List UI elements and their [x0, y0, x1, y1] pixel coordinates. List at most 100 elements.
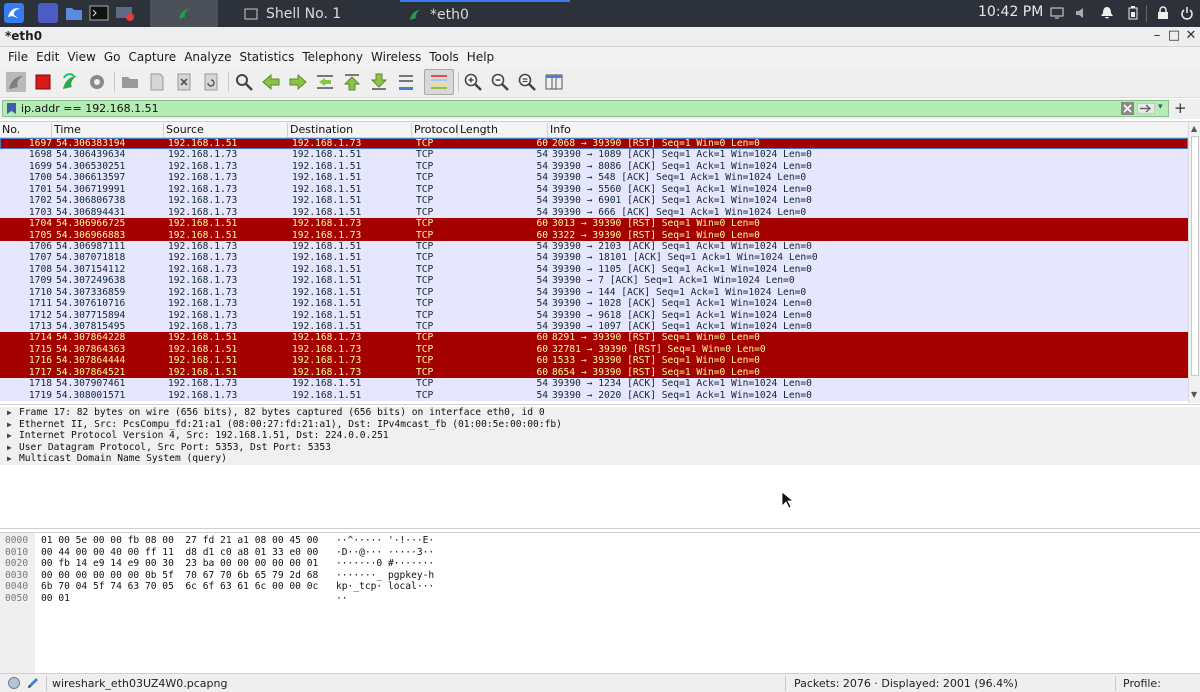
menu-analyze[interactable]: Analyze	[180, 50, 235, 64]
menu-wireless[interactable]: Wireless	[367, 50, 425, 64]
taskbar-wireshark-active[interactable]	[150, 0, 218, 27]
volume-icon[interactable]	[1075, 6, 1089, 20]
packet-row[interactable]: 1713 54.307815495 192.168.1.73 192.168.1.51…	[0, 321, 1188, 333]
go-back-button[interactable]	[259, 70, 283, 94]
stop-capture-button[interactable]	[31, 70, 55, 94]
detail-tree-item[interactable]: ▶ Ethernet II, Src: PcsCompu_fd:21:a1 (08…	[0, 418, 1200, 431]
taskbar-task-shell[interactable]: Shell No. 1	[232, 0, 398, 27]
menu-edit[interactable]: Edit	[32, 50, 63, 64]
zoom-out-button[interactable]	[488, 70, 512, 94]
packet-row[interactable]: 1707 54.307071818 192.168.1.73 192.168.1.51…	[0, 252, 1188, 264]
column-header-source[interactable]: Source	[164, 123, 288, 137]
start-capture-button[interactable]	[4, 70, 28, 94]
expand-arrow-icon[interactable]: ▶	[7, 453, 12, 465]
column-header-destination[interactable]: Destination	[288, 123, 412, 137]
capture-comment-icon[interactable]	[26, 676, 40, 690]
detail-tree-item[interactable]: ▶ Internet Protocol Version 4, Src: 192.1…	[0, 430, 1200, 442]
ascii-bytes[interactable]: ·······_ pgpkey-h	[336, 570, 434, 582]
ascii-bytes[interactable]: ·D··@··· ·····3··	[336, 547, 434, 559]
packet-row[interactable]: 1711 54.307610716 192.168.1.73 192.168.1.51…	[0, 298, 1188, 310]
packet-row[interactable]: 1703 54.306894431 192.168.1.73 192.168.1.51…	[0, 206, 1188, 219]
colorize-button[interactable]	[424, 69, 454, 95]
packet-row[interactable]: 1705 54.306966883 192.168.1.51 192.168.1.73…	[0, 229, 1188, 241]
packet-row[interactable]: 1717 54.307864521 192.168.1.51 192.168.1.73…	[0, 366, 1188, 379]
find-packet-button[interactable]	[232, 70, 256, 94]
packet-row[interactable]: 1698 54.306439634 192.168.1.73 192.168.1.51…	[0, 149, 1188, 161]
display-filter-input[interactable]	[21, 101, 1111, 116]
packet-bytes-pane[interactable]: 0000 01 00 5e 00 00 fb 08 00 27 fd 21 a1 …	[0, 532, 1200, 673]
expand-arrow-icon[interactable]: ▶	[7, 407, 12, 419]
menu-capture[interactable]: Capture	[124, 50, 180, 64]
hex-bytes[interactable]: 00 fb 14 e9 14 e9 00 30 23 ba 00 00 00 0…	[41, 558, 318, 570]
menu-statistics[interactable]: Statistics	[235, 50, 298, 64]
last-packet-button[interactable]	[367, 70, 391, 94]
hex-bytes[interactable]: 00 44 00 00 40 00 ff 11 d8 d1 c0 a8 01 3…	[41, 547, 318, 559]
menu-go[interactable]: Go	[100, 50, 125, 64]
detail-tree-item[interactable]: ▶ User Datagram Protocol, Src Port: 5353,…	[0, 441, 1200, 454]
kali-menu-icon[interactable]	[4, 3, 24, 23]
restart-capture-button[interactable]	[58, 70, 82, 94]
clear-filter-icon[interactable]	[1121, 102, 1134, 115]
save-file-button[interactable]	[145, 70, 169, 94]
packet-row[interactable]: 1706 54.306987111 192.168.1.73 192.168.1.51…	[0, 240, 1188, 253]
file-manager-icon[interactable]	[64, 3, 84, 23]
scroll-down-icon[interactable]: ▼	[1191, 390, 1197, 399]
menu-view[interactable]: View	[63, 50, 99, 64]
packet-row[interactable]: 1699 54.306530251 192.168.1.73 192.168.1.51…	[0, 160, 1188, 173]
hex-bytes[interactable]: 6b 70 04 5f 74 63 70 05 6c 6f 63 61 6c 0…	[41, 581, 318, 593]
packet-row[interactable]: 1700 54.306613597 192.168.1.73 192.168.1.51…	[0, 172, 1188, 184]
column-header-info[interactable]: Info	[548, 123, 1188, 137]
ascii-bytes[interactable]: ··	[336, 593, 348, 605]
menu-help[interactable]: Help	[463, 50, 498, 64]
packet-row[interactable]: 1702 54.306806738 192.168.1.73 192.168.1.51…	[0, 195, 1188, 207]
open-file-button[interactable]	[118, 70, 142, 94]
packet-row[interactable]: 1708 54.307154112 192.168.1.73 192.168.1.51…	[0, 263, 1188, 276]
notification-bell-icon[interactable]	[1100, 6, 1114, 20]
clock[interactable]: 10:42 PM	[978, 4, 1043, 20]
ascii-bytes[interactable]: ·······0 #·······	[336, 558, 434, 570]
normal-size-button[interactable]	[515, 70, 539, 94]
window-titlebar[interactable]: *eth0 – □ ✕	[0, 27, 1200, 47]
menu-file[interactable]: File	[4, 50, 32, 64]
expand-arrow-icon[interactable]: ▶	[7, 442, 12, 454]
bookmark-icon[interactable]	[7, 103, 16, 114]
packet-row[interactable]: 1701 54.306719991 192.168.1.73 192.168.1.51…	[0, 183, 1188, 196]
zoom-in-button[interactable]	[461, 70, 485, 94]
go-to-packet-button[interactable]	[313, 70, 337, 94]
power-icon[interactable]	[1180, 6, 1194, 20]
scrollbar-thumb[interactable]	[1191, 136, 1199, 376]
column-header-protocol[interactable]: Protocol	[412, 123, 458, 137]
minimize-button[interactable]: –	[1150, 28, 1164, 43]
packet-row[interactable]: 1704 54.306966725 192.168.1.51 192.168.1.73…	[0, 218, 1188, 230]
ascii-bytes[interactable]: kp·_tcp· local···	[336, 581, 434, 593]
packet-row[interactable]: 1718 54.307907461 192.168.1.73 192.168.1.51…	[0, 378, 1188, 390]
reload-file-button[interactable]	[199, 70, 223, 94]
column-header-time[interactable]: Time	[52, 123, 164, 137]
packet-row[interactable]: 1712 54.307715894 192.168.1.73 192.168.1.51…	[0, 309, 1188, 321]
filter-history-dropdown-icon[interactable]: ▾	[1158, 102, 1168, 115]
column-header-no[interactable]: No.	[0, 123, 52, 137]
packet-row[interactable]: 1710 54.307336859 192.168.1.73 192.168.1.51…	[0, 286, 1188, 299]
go-forward-button[interactable]	[286, 70, 310, 94]
packet-row[interactable]: 1719 54.308001571 192.168.1.73 192.168.1.51…	[0, 389, 1188, 402]
first-packet-button[interactable]	[340, 70, 364, 94]
workspace-icon[interactable]	[38, 3, 58, 23]
hex-bytes[interactable]: 01 00 5e 00 00 fb 08 00 27 fd 21 a1 08 0…	[41, 535, 318, 547]
expand-arrow-icon[interactable]: ▶	[7, 430, 12, 442]
packet-row-selected[interactable]: 1697 54.306383194 192.168.1.51 192.168.1.73…	[0, 138, 1188, 150]
display-icon[interactable]	[1050, 6, 1064, 20]
hex-bytes[interactable]: 00 01	[41, 593, 70, 605]
lock-icon[interactable]	[1156, 6, 1170, 20]
column-header-length[interactable]: Length	[458, 123, 548, 137]
ascii-bytes[interactable]: ··^····· '·!···E·	[336, 535, 434, 547]
capture-options-button[interactable]	[85, 70, 109, 94]
packet-row[interactable]: 1709 54.307249638 192.168.1.73 192.168.1.51…	[0, 275, 1188, 287]
packet-row[interactable]: 1715 54.307864363 192.168.1.51 192.168.1.73…	[0, 343, 1188, 356]
expand-arrow-icon[interactable]: ▶	[7, 419, 12, 431]
scroll-up-icon[interactable]: ▲	[1191, 124, 1197, 133]
apply-filter-arrow-icon[interactable]	[1137, 103, 1155, 114]
profile-selector[interactable]: Profile: Default	[1123, 677, 1200, 692]
close-file-button[interactable]	[172, 70, 196, 94]
taskbar-task-eth0[interactable]: *eth0	[400, 0, 570, 27]
hex-bytes[interactable]: 00 00 00 00 00 00 0b 5f 70 67 70 6b 65 7…	[41, 570, 318, 582]
